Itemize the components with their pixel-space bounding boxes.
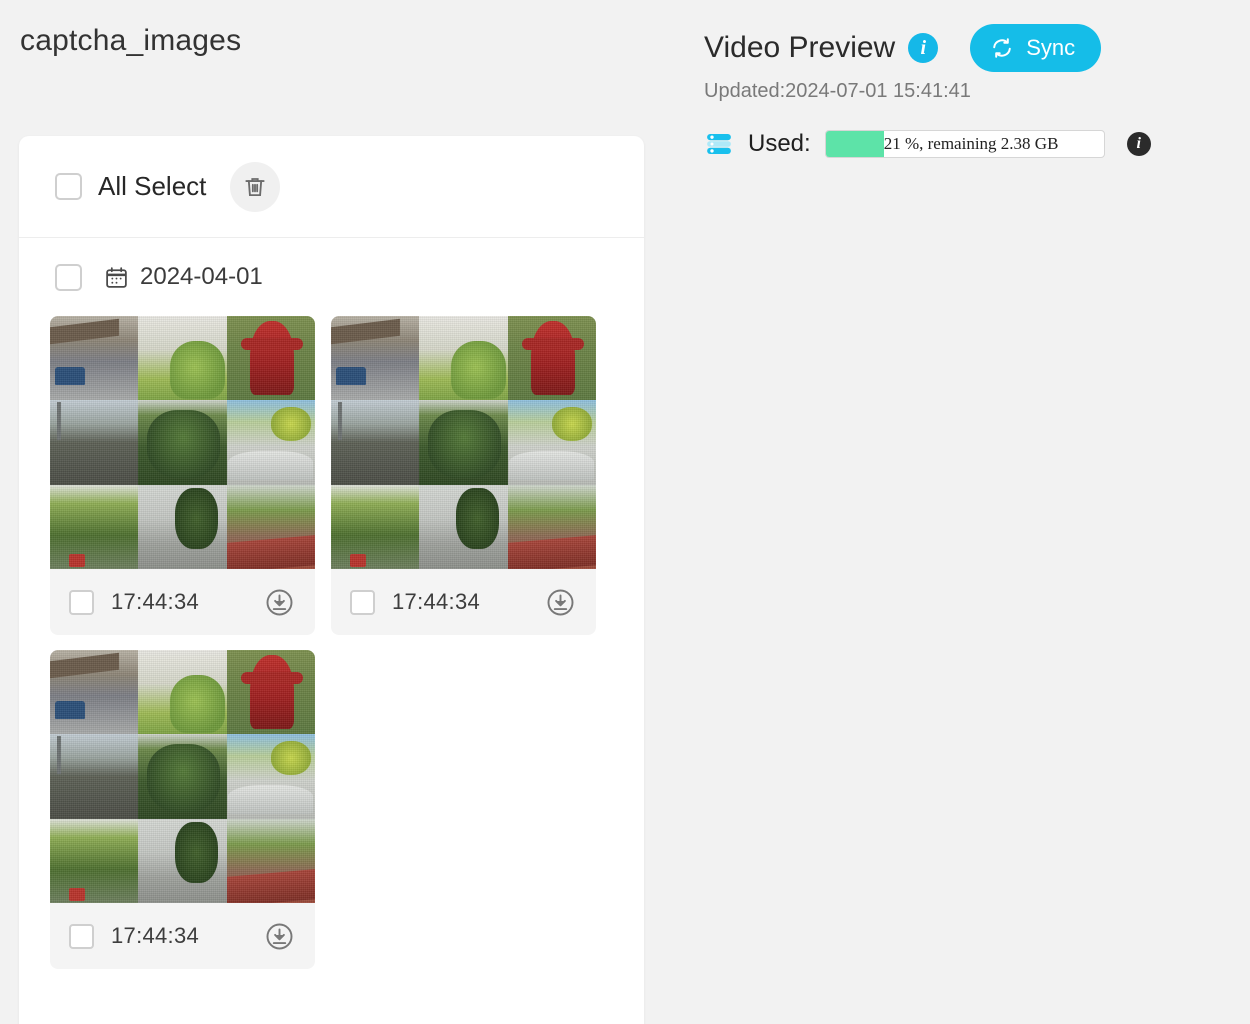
updated-timestamp: Updated:2024-07-01 15:41:41 — [704, 80, 971, 102]
sync-button[interactable]: Sync — [970, 24, 1102, 72]
date-group-checkbox[interactable] — [55, 263, 82, 291]
download-button[interactable] — [263, 920, 296, 953]
list-item-footer: 17:44:34 — [50, 569, 315, 635]
download-circle-icon — [545, 587, 576, 618]
all-select-label: All Select — [98, 171, 207, 201]
date-group-label: 2024-04-01 — [140, 263, 263, 290]
captcha-thumbnail[interactable] — [50, 650, 315, 903]
download-button[interactable] — [263, 586, 296, 619]
download-button[interactable] — [544, 586, 577, 619]
sync-label: Sync — [1026, 35, 1076, 60]
sync-icon — [990, 36, 1014, 60]
captcha-mosaic — [50, 650, 315, 903]
album-thumbnail-grid: 17:44:34 17:44:34 17:44:34 — [19, 316, 644, 969]
list-item-footer: 17:44:34 — [331, 569, 596, 635]
calendar-icon — [104, 265, 129, 290]
storage-progress-bar: 21 %, remaining 2.38 GB — [824, 130, 1105, 158]
date-group-header: 2024-04-01 — [19, 238, 644, 316]
video-preview-header: Video Preview i Sync — [660, 0, 1250, 72]
list-item[interactable]: 17:44:34 — [50, 316, 315, 635]
item-checkbox[interactable] — [69, 923, 94, 949]
list-item-footer: 17:44:34 — [50, 903, 315, 969]
item-time: 17:44:34 — [111, 589, 200, 614]
captcha-mosaic — [50, 316, 315, 569]
storage-stack-icon — [704, 129, 734, 159]
download-circle-icon — [264, 587, 295, 618]
storage-info-icon[interactable]: i — [1126, 132, 1151, 156]
storage-used-label: Used: — [748, 130, 811, 157]
trash-icon — [242, 174, 268, 200]
list-item[interactable]: 17:44:34 — [331, 316, 596, 635]
item-checkbox[interactable] — [69, 589, 94, 615]
item-time: 17:44:34 — [111, 923, 200, 948]
all-select-checkbox[interactable] — [55, 173, 82, 200]
storage-progress-text: 21 %, remaining 2.38 GB — [883, 134, 1059, 153]
delete-button[interactable] — [230, 161, 281, 212]
captcha-thumbnail[interactable] — [50, 316, 315, 569]
page-title: captcha_images — [20, 24, 242, 57]
video-preview-panel: Video Preview i Sync Updated:2024-07-01 … — [660, 0, 1250, 1024]
album-toolbar: All Select — [19, 136, 644, 238]
app-root: captcha_images All Select 2024-04-01 17:… — [0, 0, 1250, 1024]
captcha-thumbnail[interactable] — [331, 316, 596, 569]
storage-usage-row: Used: 21 %, remaining 2.38 GB i — [660, 129, 1250, 159]
album-panel: captcha_images All Select 2024-04-01 17:… — [0, 0, 660, 1024]
download-circle-icon — [264, 921, 295, 952]
captcha-mosaic — [331, 316, 596, 569]
list-item[interactable]: 17:44:34 — [50, 650, 315, 969]
item-time: 17:44:34 — [392, 589, 481, 614]
info-icon[interactable]: i — [908, 33, 939, 63]
item-checkbox[interactable] — [350, 589, 375, 615]
video-preview-title: Video Preview — [704, 31, 896, 64]
album-card: All Select 2024-04-01 17:44:34 17:44:34 … — [19, 136, 644, 1024]
